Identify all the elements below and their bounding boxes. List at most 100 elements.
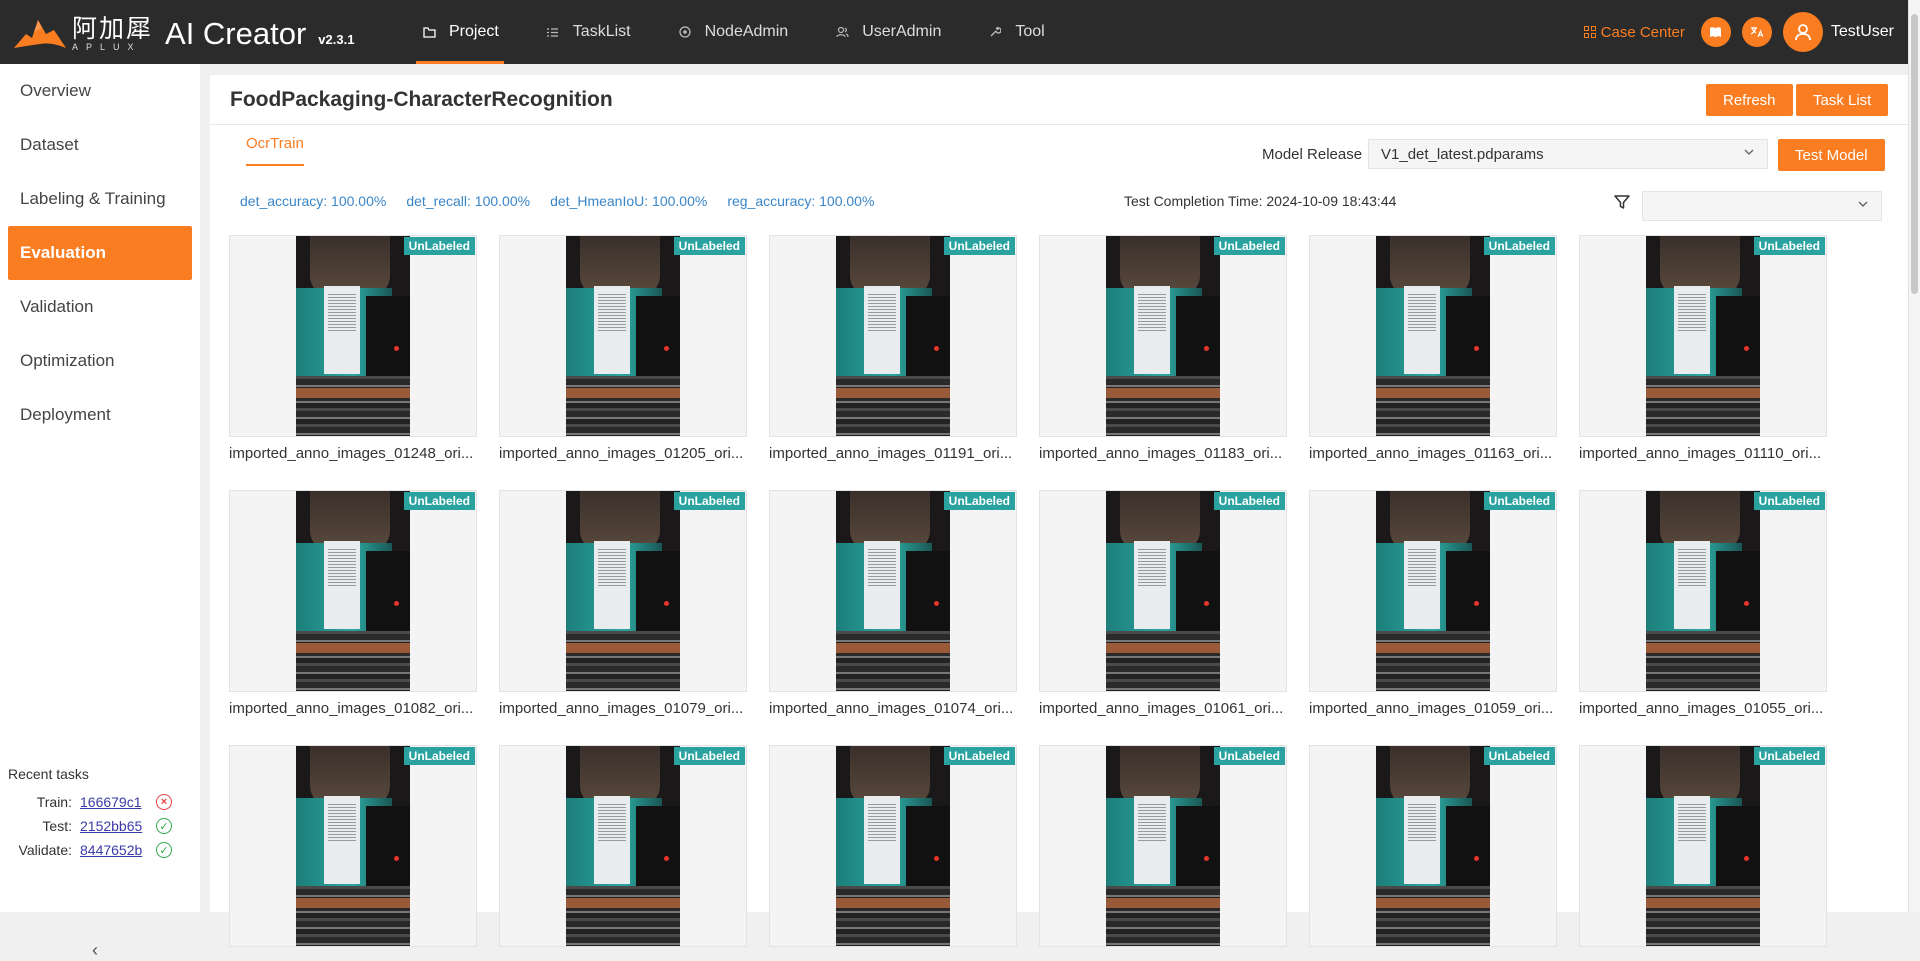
unlabeled-badge: UnLabeled [1753, 492, 1825, 510]
model-release-select[interactable]: V1_det_latest.pdparams [1368, 139, 1768, 169]
image-card[interactable]: UnLabeled [499, 745, 747, 947]
image-card[interactable]: UnLabeled imported_anno_images_01059_ori.… [1309, 490, 1557, 717]
image-card[interactable]: UnLabeled imported_anno_images_01110_ori.… [1579, 235, 1827, 462]
image-card[interactable]: UnLabeled imported_anno_images_01079_ori.… [499, 490, 747, 717]
image-card[interactable]: UnLabeled imported_anno_images_01055_ori.… [1579, 490, 1827, 717]
sidebar-item-label: Labeling & Training [20, 189, 166, 208]
refresh-button[interactable]: Refresh [1706, 84, 1793, 116]
image-filename: imported_anno_images_01055_ori... [1579, 700, 1824, 717]
image-thumbnail[interactable]: UnLabeled [1039, 745, 1287, 947]
top-right-actions: Case Center TestUser [1583, 0, 1920, 64]
packaging-photo [836, 491, 950, 691]
brand-logo[interactable]: 阿加犀 APLUX AI Creator v2.3.1 [12, 12, 354, 56]
unlabeled-badge: UnLabeled [403, 237, 475, 255]
image-thumbnail[interactable]: UnLabeled [229, 235, 477, 437]
image-thumbnail[interactable]: UnLabeled [499, 235, 747, 437]
test-model-button[interactable]: Test Model [1778, 139, 1885, 171]
recent-task-link[interactable]: 8447652b [80, 842, 156, 858]
image-card[interactable]: UnLabeled imported_anno_images_01183_ori.… [1039, 235, 1287, 462]
sidebar-item-labeling-training[interactable]: Labeling & Training [0, 172, 200, 226]
image-thumbnail[interactable]: UnLabeled [1579, 490, 1827, 692]
sidebar-item-overview[interactable]: Overview [0, 64, 200, 118]
image-thumbnail[interactable]: UnLabeled [229, 745, 477, 947]
filter-icon[interactable] [1613, 193, 1631, 211]
recent-task-link[interactable]: 166679c1 [80, 794, 156, 810]
image-card[interactable]: UnLabeled [1039, 745, 1287, 947]
image-thumbnail[interactable]: UnLabeled [499, 745, 747, 947]
image-filename: imported_anno_images_01191_ori... [769, 445, 1013, 462]
window-scrollbar[interactable] [1908, 0, 1920, 912]
panel-header: FoodPackaging-CharacterRecognition [210, 75, 1908, 125]
success-icon: ✓ [156, 842, 172, 858]
unlabeled-badge: UnLabeled [943, 237, 1015, 255]
image-thumbnail[interactable]: UnLabeled [1579, 235, 1827, 437]
image-card[interactable]: UnLabeled [229, 745, 477, 947]
image-card[interactable]: UnLabeled imported_anno_images_01061_ori.… [1039, 490, 1287, 717]
metric-reg-accuracy: reg_accuracy: 100.00% [727, 193, 875, 209]
image-thumbnail[interactable]: UnLabeled [1039, 235, 1287, 437]
project-title: FoodPackaging-CharacterRecognition [230, 87, 613, 111]
image-thumbnail[interactable]: UnLabeled [1309, 745, 1557, 947]
sidebar-item-evaluation[interactable]: Evaluation [8, 226, 192, 280]
image-thumbnail[interactable]: UnLabeled [499, 490, 747, 692]
nav-nodeadmin[interactable]: NodeAdmin [664, 0, 802, 64]
case-center-link[interactable]: Case Center [1583, 24, 1685, 41]
nav-tool[interactable]: Tool [974, 0, 1057, 64]
username[interactable]: TestUser [1831, 23, 1894, 41]
sidebar-item-deployment[interactable]: Deployment [0, 388, 200, 442]
packaging-photo [1646, 491, 1760, 691]
image-card[interactable]: UnLabeled imported_anno_images_01248_ori.… [229, 235, 477, 462]
image-filename: imported_anno_images_01082_ori... [229, 700, 474, 717]
sidebar-item-label: Optimization [20, 351, 115, 370]
image-thumbnail[interactable]: UnLabeled [1039, 490, 1287, 692]
tab-ocrtrain[interactable]: OcrTrain [246, 135, 304, 166]
unlabeled-badge: UnLabeled [1213, 747, 1285, 765]
packaging-photo [296, 491, 410, 691]
image-card[interactable]: UnLabeled [769, 745, 1017, 947]
packaging-photo [1646, 746, 1760, 946]
sidebar-item-label: Evaluation [20, 243, 106, 262]
unlabeled-badge: UnLabeled [1753, 747, 1825, 765]
nav-tasklist[interactable]: TaskList [532, 0, 644, 64]
image-card[interactable]: UnLabeled [1579, 745, 1827, 947]
recent-task-link[interactable]: 2152bb65 [80, 818, 156, 834]
image-card[interactable]: UnLabeled [1309, 745, 1557, 947]
image-card[interactable]: UnLabeled imported_anno_images_01074_ori.… [769, 490, 1017, 717]
nav-useradmin[interactable]: UserAdmin [821, 0, 954, 64]
scrollbar-thumb[interactable] [1911, 14, 1918, 294]
packaging-photo [296, 236, 410, 436]
sidebar-item-validation[interactable]: Validation [0, 280, 200, 334]
image-thumbnail[interactable]: UnLabeled [1579, 745, 1827, 947]
image-thumbnail[interactable]: UnLabeled [1309, 235, 1557, 437]
unlabeled-badge: UnLabeled [943, 747, 1015, 765]
collapse-sidebar-icon[interactable]: ‹ [92, 940, 98, 961]
nav-project[interactable]: Project [408, 0, 512, 64]
unlabeled-badge: UnLabeled [403, 492, 475, 510]
image-thumbnail[interactable]: UnLabeled [769, 745, 1017, 947]
user-avatar-icon[interactable] [1782, 12, 1823, 52]
wrench-icon [987, 24, 1003, 40]
image-card[interactable]: UnLabeled imported_anno_images_01191_ori.… [769, 235, 1017, 462]
image-thumbnail[interactable]: UnLabeled [769, 490, 1017, 692]
unlabeled-badge: UnLabeled [673, 237, 745, 255]
translate-icon-button[interactable] [1741, 17, 1772, 47]
sidebar-item-dataset[interactable]: Dataset [0, 118, 200, 172]
image-filename: imported_anno_images_01079_ori... [499, 700, 744, 717]
image-thumbnail[interactable]: UnLabeled [1309, 490, 1557, 692]
image-card[interactable]: UnLabeled imported_anno_images_01205_ori.… [499, 235, 747, 462]
image-thumbnail[interactable]: UnLabeled [769, 235, 1017, 437]
packaging-photo [836, 746, 950, 946]
sidebar-item-optimization[interactable]: Optimization [0, 334, 200, 388]
image-thumbnail[interactable]: UnLabeled [229, 490, 477, 692]
book-icon-button[interactable] [1700, 17, 1731, 47]
image-card[interactable]: UnLabeled imported_anno_images_01163_ori.… [1309, 235, 1557, 462]
filter-select[interactable] [1642, 191, 1882, 221]
image-card[interactable]: UnLabeled imported_anno_images_01082_ori.… [229, 490, 477, 717]
success-icon: ✓ [156, 818, 172, 834]
packaging-photo [1106, 491, 1220, 691]
packaging-photo [1376, 236, 1490, 436]
nav-useradmin-label: UserAdmin [862, 23, 942, 40]
task-list-button[interactable]: Task List [1796, 84, 1889, 116]
brand-text: 阿加犀 APLUX [72, 16, 153, 52]
brand-en: APLUX [72, 42, 142, 52]
